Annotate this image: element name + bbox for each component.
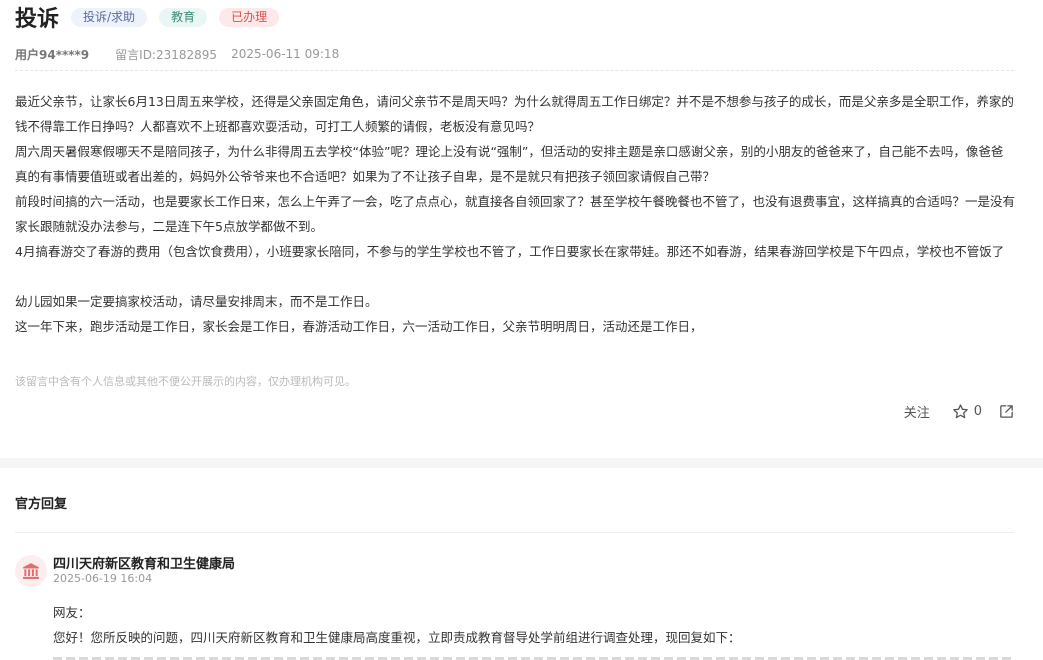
tag-type: 投诉/求助 [71,7,148,27]
tag-field: 教育 [159,7,208,27]
reply-heading: 官方回复 [15,497,68,512]
complaint-card: 投诉 投诉/求助 教育 已办理 用户94****9 留言ID:23182895 … [0,0,1043,458]
org-name: 四川天府新区教育和卫生健康局 [53,557,236,572]
post-body: 最近父亲节，让家长6月13日周五来学校，还得是父亲固定角色，请问父亲节不是周天吗… [15,89,1015,339]
like-button[interactable]: 0 [952,403,982,420]
status-badge: 已办理 [219,7,280,27]
post-paragraph: 4月搞春游交了春游的费用（包含饮食费用），小班要家长陪同，不参与的学生学校也不管… [15,244,1005,259]
share-icon [1000,404,1013,418]
post-datetime: 2025-06-11 09:18 [231,47,340,61]
avatar [15,555,47,587]
message-id: 留言ID:23182895 [115,47,218,62]
post-paragraph: 这一年下来，跑步活动是工作日，家长会是工作日，春游活动工作日，六一活动工作日，父… [15,319,703,334]
post-paragraph: 最近父亲节，让家长6月13日周五来学校，还得是父亲固定角色，请问父亲节不是周天吗… [15,94,1014,134]
privacy-notice: 该留言中含有个人信息或其他不便公开展示的内容，仅办理机构可见。 [15,375,356,388]
page-title: 投诉 [15,7,60,32]
post-actions: 关注 0 [904,401,1015,421]
post-user: 用户94****9 [15,47,90,62]
reply-line: 您好！您所反映的问题，四川天府新区教育和卫生健康局高度重视，立即责成教育督导处学… [53,630,741,645]
post-paragraph: 幼儿园如果一定要搞家校活动，请尽量安排周末，而不是工作日。 [15,294,378,309]
reply-overflow-text [53,654,1013,660]
government-building-icon [23,563,39,579]
meta-divider [15,70,1014,71]
reply-body: 网友： 您好！您所反映的问题，四川天府新区教育和卫生健康局高度重视，立即责成教育… [53,600,1013,650]
post-paragraph: 前段时间搞的六一活动，也是要家长工作日来，怎么上午弄了一会，吃了点点心，就直接各… [15,194,1016,234]
like-count: 0 [973,403,982,419]
reply-divider [15,532,1014,533]
follow-button[interactable]: 关注 [904,402,930,421]
share-button[interactable] [998,403,1015,420]
section-separator [0,458,1043,468]
reply-line: 网友： [53,605,91,620]
star-icon [952,403,968,418]
official-reply-section: 官方回复 四川天府新区教育和卫生健康局 2025-06-19 16:04 网友：… [0,468,1043,660]
reply-time: 2025-06-19 16:04 [53,572,153,585]
post-paragraph: 周六周天暑假寒假哪天不是陪同孩子，为什么非得周五去学校“体验”呢？理论上没有说“… [15,144,1004,184]
post-meta: 用户94****9 留言ID:23182895 2025-06-11 09:18 [15,45,339,63]
title-row: 投诉 投诉/求助 教育 已办理 [15,2,291,32]
